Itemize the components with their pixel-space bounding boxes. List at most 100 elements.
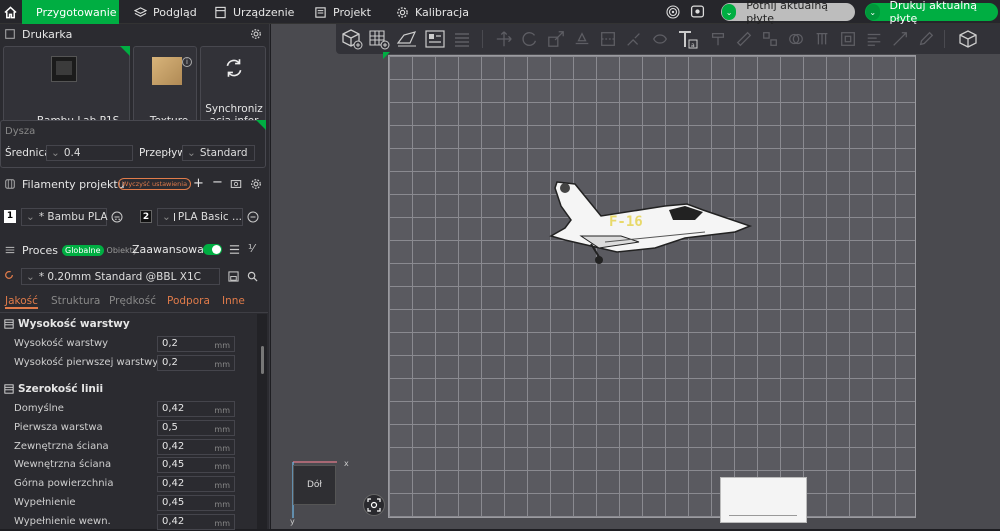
print-plate-button[interactable]: ⌄ Drukuj aktualną płytę	[865, 0, 998, 25]
tab-device[interactable]: Urządzenie	[206, 0, 302, 24]
setting-value-input[interactable]: 0,45 mm	[157, 457, 235, 474]
text-tool-icon[interactable]: a	[676, 28, 698, 50]
info-icon[interactable]: i	[182, 57, 192, 67]
tab-others[interactable]: Inne	[222, 295, 245, 307]
search-icon[interactable]	[247, 271, 258, 282]
setting-row: Wewnętrzna ściana 0,45 mm	[0, 457, 258, 474]
setting-value-input[interactable]: 0,2 mm	[157, 354, 235, 371]
nozzle-diameter-label: Średnica	[5, 147, 51, 159]
clear-settings-badge[interactable]: Wyczyść ustawienia	[118, 178, 192, 190]
remove-filament-icon[interactable]	[247, 211, 259, 223]
remove-filament-icon[interactable]	[111, 211, 123, 223]
assembly-icon[interactable]	[760, 30, 780, 48]
scrollbar-thumb[interactable]	[261, 346, 264, 374]
filament-2-select[interactable]: ⌄ PLA Basic ...	[157, 208, 243, 226]
setting-value: 0,2	[162, 356, 178, 368]
setting-value: 0,42	[162, 478, 185, 490]
setting-value-input[interactable]: 0,42 mm	[157, 476, 235, 493]
zoom-fit-icon	[367, 498, 381, 512]
nozzle-flow-label: Przepływ	[139, 147, 186, 159]
selected-corner-marker	[256, 120, 266, 130]
setting-row: Zewnętrzna ściana 0,42 mm	[0, 438, 258, 456]
slice-plate-button[interactable]: ⌄ Potnij aktualną płytę	[721, 0, 855, 25]
spiral-icon[interactable]	[666, 5, 680, 19]
remove-icon[interactable]: −	[212, 175, 223, 190]
split-icon[interactable]	[452, 29, 472, 49]
tab-speed[interactable]: Prędkość	[109, 295, 156, 307]
lay-on-face-icon[interactable]	[572, 30, 592, 48]
boolean-icon[interactable]	[786, 30, 806, 48]
filament-1-name: * Bambu PLA ...	[38, 211, 121, 223]
setting-value-input[interactable]: 0,2 mm	[157, 336, 235, 352]
brim-icon[interactable]	[838, 30, 858, 48]
build-plate[interactable]	[388, 55, 916, 518]
model-decal-text: F-16	[609, 214, 643, 230]
setting-name: Wypełnienie	[14, 497, 76, 508]
setting-value-input[interactable]: 0,5 mm	[157, 419, 235, 436]
layers-icon	[134, 6, 147, 17]
view-cube[interactable]: Dół	[293, 465, 336, 505]
process-preset-select[interactable]: ⌄ * 0.20mm Standard @BBL X1C	[21, 268, 220, 285]
setting-value: 0,42	[162, 515, 185, 527]
layer-height-group-label: Wysokość warstwy	[18, 318, 130, 330]
tab-prepare[interactable]: Przygotowanie	[22, 0, 119, 24]
gear-icon[interactable]	[250, 178, 262, 190]
home-icon[interactable]	[0, 0, 20, 24]
tab-project[interactable]: Projekt	[306, 0, 379, 24]
tab-support[interactable]: Podpora	[167, 295, 210, 307]
cloud-icon[interactable]	[690, 4, 705, 19]
auto-orient-icon[interactable]	[396, 28, 418, 50]
scale-icon[interactable]	[546, 30, 566, 48]
f16-model[interactable]: F-16	[545, 176, 757, 268]
setting-row: Wysokość pierwszej warstwy 0,2 mm	[0, 354, 258, 372]
tab-calibration[interactable]: Kalibracja	[388, 0, 477, 24]
edit-icon[interactable]	[916, 30, 936, 48]
move-icon[interactable]	[494, 30, 514, 48]
cut-icon[interactable]	[598, 30, 618, 48]
chevron-down-icon[interactable]: ⌄	[722, 4, 737, 20]
view-objects-icon[interactable]	[956, 27, 980, 51]
arrange-icon[interactable]	[424, 28, 446, 50]
setting-value-input[interactable]: 0,42 mm	[157, 401, 235, 417]
sync-filament-icon[interactable]	[230, 178, 242, 190]
tab-quality[interactable]: Jakość	[5, 295, 38, 309]
filament-1-select[interactable]: ⌄ * Bambu PLA ...	[21, 208, 121, 226]
support-icon[interactable]	[812, 30, 832, 48]
nozzle-flow-select[interactable]: ⌄ Standard	[182, 145, 255, 161]
line-width-group-title: Szerokość linii	[4, 383, 103, 395]
setting-name: Zewnętrzna ściana	[14, 440, 109, 452]
setting-name: Wysokość warstwy	[14, 338, 109, 349]
save-icon[interactable]	[228, 271, 239, 282]
setting-name: Wypełnienie wewn.	[14, 515, 111, 527]
reset-icon[interactable]	[4, 270, 14, 280]
add-object-icon[interactable]	[340, 27, 364, 51]
settings-scrollbar[interactable]	[257, 314, 267, 529]
chevron-down-icon: ⌄	[26, 270, 35, 283]
process-global-toggle[interactable]: Globalne	[62, 244, 104, 256]
zoom-fit-button[interactable]	[363, 494, 385, 516]
tab-preview[interactable]: Podgląd	[126, 0, 205, 24]
chevron-down-icon[interactable]: ⌄	[866, 4, 880, 20]
view-cube-label: Dół	[307, 480, 322, 490]
plate-thumbnail[interactable]	[720, 477, 807, 523]
gear-icon[interactable]	[250, 28, 262, 40]
setting-value-input[interactable]: 0,42 mm	[157, 513, 235, 530]
seam-icon[interactable]	[650, 30, 670, 48]
measure-icon[interactable]	[734, 30, 754, 48]
setting-value-input[interactable]: 0,45 mm	[157, 495, 235, 511]
list-icon[interactable]	[229, 244, 240, 255]
rotate-icon[interactable]	[520, 30, 540, 48]
advanced-toggle-switch[interactable]	[203, 244, 222, 255]
add-icon[interactable]: +	[193, 176, 204, 191]
tab-structure[interactable]: Struktura	[51, 295, 100, 307]
compare-icon[interactable]: ⅟	[248, 242, 254, 255]
mesh-repair-icon[interactable]	[890, 30, 910, 48]
setting-unit: mm	[214, 443, 230, 453]
paint-color-icon[interactable]	[708, 30, 728, 48]
variable-layer-icon[interactable]	[864, 30, 884, 48]
paint-support-icon[interactable]	[624, 30, 644, 48]
add-plate-icon[interactable]	[368, 28, 390, 50]
nozzle-diameter-select[interactable]: ⌄ 0.4	[46, 145, 133, 161]
setting-value-input[interactable]: 0,42 mm	[157, 438, 235, 455]
nozzle-title: Dysza	[5, 126, 36, 137]
